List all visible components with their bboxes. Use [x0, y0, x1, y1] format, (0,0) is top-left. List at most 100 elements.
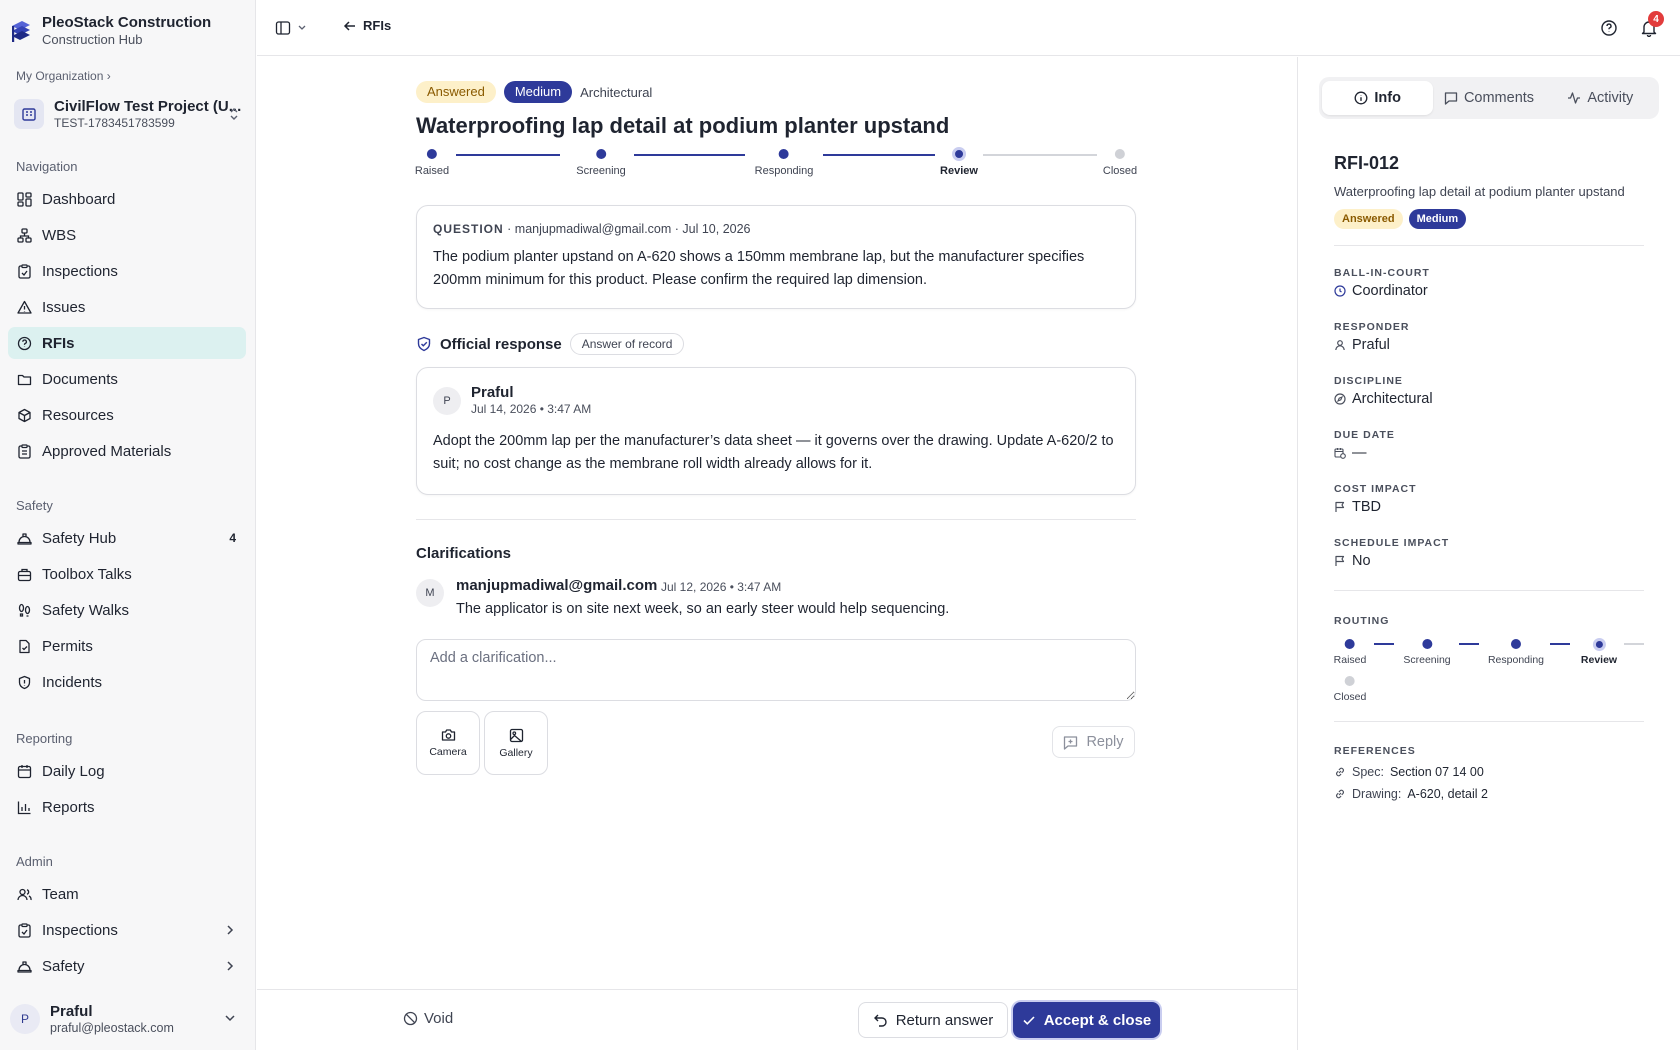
panel-badges: Answered Medium	[1334, 209, 1467, 229]
sidebar-item-label: Reports	[42, 798, 95, 816]
priority-badge: Medium	[503, 81, 573, 103]
reference-item[interactable]: Drawing: A-620, detail 2	[1334, 787, 1488, 801]
tab-comments-label: Comments	[1463, 90, 1535, 106]
field-cost-impact: COST IMPACT TBD	[1334, 483, 1417, 515]
bar-chart-icon	[16, 799, 32, 815]
clarification-input[interactable]	[416, 639, 1136, 701]
step-closed: Closed	[1103, 149, 1137, 177]
rfi-subtitle: Waterproofing lap detail at podium plant…	[1334, 184, 1625, 199]
project-id: TEST-1783451783599	[54, 115, 175, 130]
organization-link[interactable]: My Organization ›	[16, 69, 111, 83]
sidebar-item-permits[interactable]: Permits	[8, 630, 246, 662]
field-schedule-impact: SCHEDULE IMPACT No	[1334, 537, 1449, 569]
camera-button[interactable]: Camera	[416, 711, 480, 775]
field-value: —	[1352, 445, 1367, 461]
sidebar-toggle-button[interactable]	[275, 20, 307, 36]
calendar-icon	[16, 763, 32, 779]
activity-icon	[1568, 92, 1581, 104]
reply-label: Reply	[1086, 734, 1124, 750]
field-value: Coordinator	[1352, 283, 1428, 299]
wbs-icon	[16, 227, 32, 243]
reply-button[interactable]: Reply	[1052, 726, 1135, 758]
sidebar-item-label: Inspections	[42, 262, 118, 280]
reference-key: Drawing:	[1352, 787, 1402, 801]
sidebar-item-issues[interactable]: Issues	[8, 291, 246, 323]
accept-close-label: Accept & close	[1043, 1011, 1152, 1029]
image-icon	[509, 728, 523, 742]
notifications-button[interactable]: 4	[1640, 11, 1664, 37]
help-circle-icon	[1601, 20, 1617, 36]
sidebar-item-label: Daily Log	[42, 762, 105, 780]
clipboard-check-icon	[16, 922, 32, 938]
section-navigation-title: Navigation	[16, 159, 78, 174]
chevrons-up-down-icon	[230, 108, 238, 120]
gallery-button[interactable]: Gallery	[484, 711, 548, 775]
check-icon	[1023, 1016, 1035, 1025]
stepper-segment	[823, 154, 935, 156]
return-answer-button[interactable]: Return answer	[858, 1002, 1008, 1038]
sidebar-item-resources[interactable]: Resources	[8, 399, 246, 431]
clipboard-list-icon	[16, 443, 32, 459]
back-to-rfis-link[interactable]: RFIs	[343, 18, 391, 33]
reference-item[interactable]: Spec: Section 07 14 00	[1334, 765, 1488, 779]
hard-hat-icon	[16, 958, 32, 974]
accept-close-button[interactable]: Accept & close	[1013, 1002, 1160, 1038]
field-label: RESPONDER	[1334, 321, 1410, 333]
clarifications-title: Clarifications	[416, 545, 512, 562]
warning-triangle-icon	[16, 299, 32, 315]
user-menu[interactable]: P Praful praful@pleostack.com	[8, 996, 248, 1042]
sidebar-item-reports[interactable]: Reports	[8, 791, 246, 823]
chevron-down-icon	[298, 25, 306, 30]
sidebar-item-approved-materials[interactable]: Approved Materials	[8, 435, 246, 467]
official-response-header: Official response Answer of record	[416, 333, 685, 355]
field-due-date: DUE DATE —	[1334, 429, 1395, 461]
tab-info[interactable]: Info	[1322, 81, 1434, 115]
step-review: Review	[940, 147, 978, 177]
void-button[interactable]: Void	[403, 1010, 453, 1027]
user-icon	[1335, 340, 1345, 351]
field-value: Architectural	[1352, 391, 1433, 407]
sidebar-item-label: Dashboard	[42, 190, 116, 208]
sidebar-item-rfis[interactable]: RFIs	[8, 327, 246, 359]
sidebar-item-wbs[interactable]: WBS	[8, 219, 246, 251]
clarification-author: manjupmadiwal@gmail.com	[456, 577, 658, 594]
sidebar-item-label: Inspections	[42, 921, 118, 939]
sidebar-item-toolbox-talks[interactable]: Toolbox Talks	[8, 558, 246, 590]
response-author: Praful	[471, 384, 514, 401]
routing-step-review: Review	[1581, 638, 1617, 666]
question-body: The podium planter upstand on A-620 show…	[433, 249, 1085, 288]
section-reporting-title: Reporting	[16, 731, 73, 746]
sidebar-item-safety-walks[interactable]: Safety Walks	[8, 594, 246, 626]
reference-value: Section 07 14 00	[1389, 765, 1484, 779]
sidebar-item-admin-inspections[interactable]: Inspections	[8, 914, 246, 946]
chevron-right-icon	[227, 925, 234, 935]
field-label: SCHEDULE IMPACT	[1334, 537, 1450, 549]
sidebar-item-label: RFIs	[42, 334, 75, 352]
arrow-left-icon	[343, 20, 355, 31]
status-badge: Answered	[416, 81, 496, 103]
tab-comments[interactable]: Comments	[1433, 81, 1544, 115]
routing-step-raised: Raised	[1334, 639, 1366, 666]
gallery-label: Gallery	[499, 746, 533, 759]
project-switcher[interactable]: CivilFlow Test Project (U... TEST-178345…	[8, 92, 248, 136]
sidebar-item-daily-log[interactable]: Daily Log	[8, 755, 246, 787]
sidebar-item-label: Approved Materials	[42, 442, 172, 460]
sidebar-item-documents[interactable]: Documents	[8, 363, 246, 395]
sidebar-item-admin-safety[interactable]: Safety	[8, 950, 246, 982]
panel-tabs: Info Comments Activity	[1319, 77, 1659, 119]
calendar-clock-icon	[1334, 448, 1346, 459]
help-button[interactable]	[1600, 19, 1618, 37]
sidebar-item-label: Documents	[42, 370, 118, 388]
routing-step-closed: Closed	[1334, 676, 1366, 703]
sidebar-item-incidents[interactable]: Incidents	[8, 666, 246, 698]
rfi-detail: Answered Medium Architectural Waterproof…	[257, 57, 1297, 989]
sidebar-item-inspections[interactable]: Inspections	[8, 255, 246, 287]
sidebar-item-dashboard[interactable]: Dashboard	[8, 183, 246, 215]
tab-activity[interactable]: Activity	[1545, 81, 1656, 115]
clipboard-check-icon	[16, 263, 32, 279]
sidebar-item-team[interactable]: Team	[8, 878, 246, 910]
sidebar-item-safety-hub[interactable]: Safety Hub 4	[8, 522, 246, 554]
sidebar-item-label: WBS	[42, 226, 77, 244]
sidebar: PleoStack Construction Construction Hub …	[0, 0, 256, 1050]
brand[interactable]: PleoStack Construction Construction Hub	[10, 14, 211, 48]
